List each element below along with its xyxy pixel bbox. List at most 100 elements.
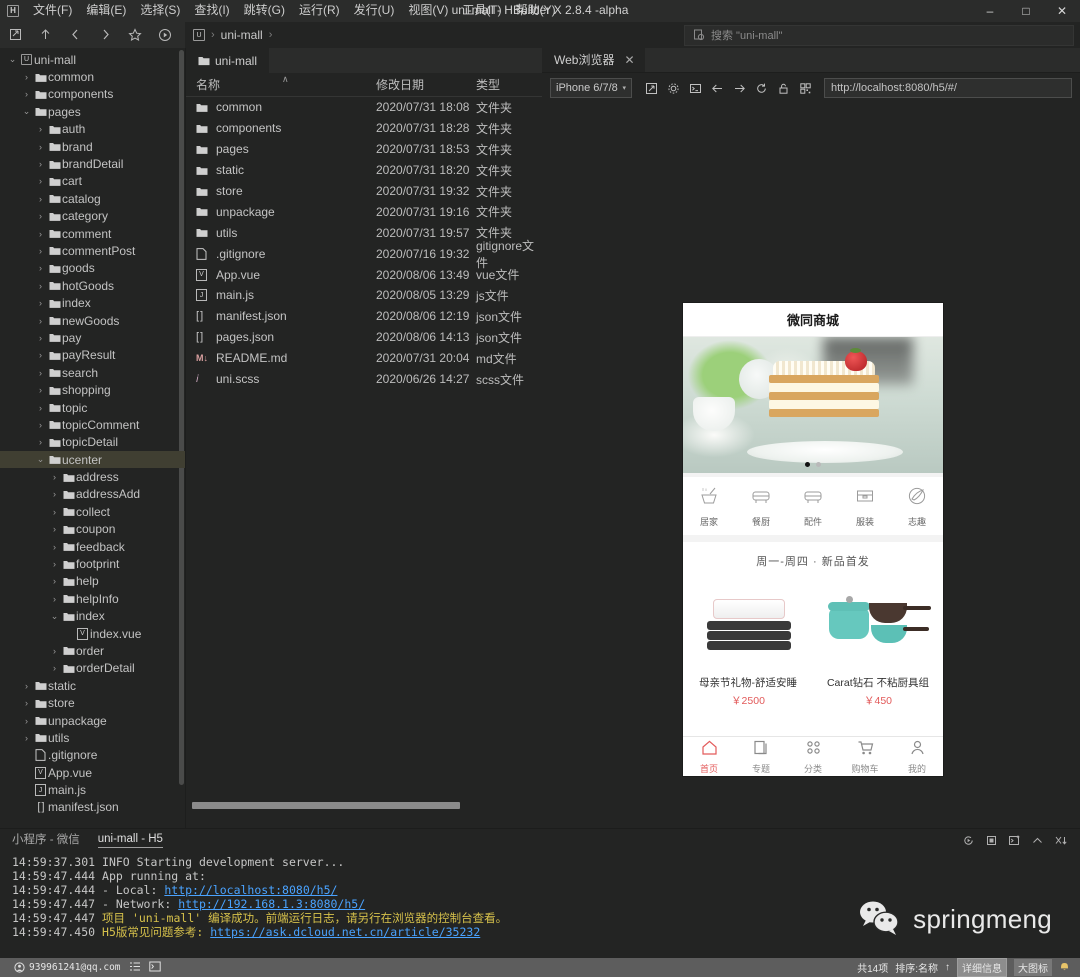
category-item[interactable]: 服装 <box>842 485 888 528</box>
phone-preview[interactable]: 微同商城 居家 餐厨 配件 服装 志趣 周一-周四 · 新品首发 母亲节礼物-舒… <box>683 303 943 776</box>
bell-icon[interactable] <box>1059 960 1070 975</box>
console-link[interactable]: http://192.168.1.3:8080/h5/ <box>178 897 365 911</box>
tree-item-cart[interactable]: › cart <box>0 173 185 190</box>
tree-expand-arrow[interactable]: › <box>34 437 47 447</box>
tree-expand-arrow[interactable]: ⌄ <box>34 454 47 465</box>
carousel-dot-1[interactable] <box>805 462 810 467</box>
menu-goto[interactable]: 跳转(G) <box>237 0 292 21</box>
menu-run[interactable]: 运行(R) <box>292 0 347 21</box>
tree-item-static[interactable]: › static <box>0 677 185 694</box>
tree-item-auth[interactable]: › auth <box>0 121 185 138</box>
tree-expand-arrow[interactable]: › <box>34 159 47 169</box>
tree-item-shopping[interactable]: › shopping <box>0 381 185 398</box>
tree-expand-arrow[interactable]: › <box>20 89 33 99</box>
tree-expand-arrow[interactable]: › <box>48 576 61 586</box>
tree-item-search[interactable]: › search <box>0 364 185 381</box>
tree-item-goods[interactable]: › goods <box>0 260 185 277</box>
tree-item-main-js[interactable]: Jmain.js <box>0 781 185 798</box>
account-info[interactable]: 939961241@qq.com <box>14 962 121 973</box>
tree-item-collect[interactable]: › collect <box>0 503 185 520</box>
table-row[interactable]: [ ] manifest.json 2020/08/06 12:19 json文件 <box>186 306 542 327</box>
settings-icon[interactable] <box>662 76 684 100</box>
forward-icon[interactable] <box>90 21 120 48</box>
clear-icon[interactable] <box>1051 831 1070 849</box>
tree-item-catalog[interactable]: › catalog <box>0 190 185 207</box>
table-row[interactable]: components 2020/07/31 18:28 文件夹 <box>186 118 542 139</box>
tree-item-unpackage[interactable]: › unpackage <box>0 712 185 729</box>
carousel-dots[interactable] <box>683 462 943 467</box>
tree-item-topiccomment[interactable]: › topicComment <box>0 416 185 433</box>
tree-item-topicdetail[interactable]: › topicDetail <box>0 434 185 451</box>
category-item[interactable]: 居家 <box>686 485 732 528</box>
table-row[interactable]: pages 2020/07/31 18:53 文件夹 <box>186 139 542 160</box>
banner-carousel[interactable] <box>683 337 943 473</box>
table-row[interactable]: V App.vue 2020/08/06 13:49 vue文件 <box>186 264 542 285</box>
console-icon[interactable] <box>684 76 706 100</box>
tab-web-browser[interactable]: Web浏览器 ✕ <box>542 47 645 72</box>
table-row[interactable]: 𝑖 uni.scss 2020/06/26 14:27 scss文件 <box>186 369 542 390</box>
device-selector[interactable]: iPhone 6/7/8 ▾ <box>550 78 632 98</box>
tree-item-hotgoods[interactable]: › hotGoods <box>0 277 185 294</box>
tree-item-common[interactable]: › common <box>0 68 185 85</box>
view-detail-button[interactable]: 详细信息 <box>957 958 1007 977</box>
goods-item[interactable]: Carat钻石 不粘厨具组 ￥450 <box>813 575 943 708</box>
tree-expand-arrow[interactable]: › <box>34 350 47 360</box>
tree-item-orderdetail[interactable]: › orderDetail <box>0 660 185 677</box>
tree-expand-arrow[interactable]: › <box>34 385 47 395</box>
tree-expand-arrow[interactable]: › <box>48 646 61 656</box>
minimize-button[interactable]: – <box>972 0 1008 21</box>
reload-icon[interactable] <box>750 76 772 100</box>
forward-icon[interactable] <box>728 76 750 100</box>
tree-expand-arrow[interactable]: › <box>48 489 61 499</box>
tree-expand-arrow[interactable]: › <box>34 211 47 221</box>
maximize-button[interactable]: □ <box>1008 0 1044 21</box>
tabbar-item-专题[interactable]: 专题 <box>735 739 787 775</box>
table-row[interactable]: common 2020/07/31 18:08 文件夹 <box>186 97 542 118</box>
sort-arrow-icon[interactable]: ↑ <box>945 962 950 973</box>
column-date[interactable]: 修改日期 <box>376 76 476 93</box>
tree-item-pay[interactable]: › pay <box>0 329 185 346</box>
console-link[interactable]: http://localhost:8080/h5/ <box>164 883 337 897</box>
close-icon[interactable]: ✕ <box>624 53 634 67</box>
tree-expand-arrow[interactable]: › <box>48 472 61 482</box>
menu-tools[interactable]: 工具(T) <box>455 0 508 21</box>
tree-item--gitignore[interactable]: .gitignore <box>0 747 185 764</box>
tree-expand-arrow[interactable]: › <box>34 298 47 308</box>
table-row[interactable]: M↓ README.md 2020/07/31 20:04 md文件 <box>186 348 542 369</box>
tree-expand-arrow[interactable]: › <box>48 542 61 552</box>
category-item[interactable]: 志趣 <box>894 485 940 528</box>
table-row[interactable]: store 2020/07/31 19:32 文件夹 <box>186 181 542 202</box>
sort-label[interactable]: 排序:名称 <box>895 960 938 975</box>
tabbar-item-购物车[interactable]: 购物车 <box>839 739 891 775</box>
tree-expand-arrow[interactable]: › <box>48 594 61 604</box>
stop-icon[interactable] <box>982 831 1001 849</box>
tree-expand-arrow[interactable]: › <box>34 263 47 273</box>
new-terminal-icon[interactable] <box>1005 831 1024 849</box>
tree-item-feedback[interactable]: › feedback <box>0 538 185 555</box>
tab-uni-mall[interactable]: uni-mall <box>186 48 270 73</box>
tree-item-helpinfo[interactable]: › helpInfo <box>0 590 185 607</box>
tree-expand-arrow[interactable]: › <box>34 176 47 186</box>
tree-expand-arrow[interactable]: ⌄ <box>48 611 61 622</box>
collapse-icon[interactable] <box>1028 831 1047 849</box>
open-external-icon[interactable] <box>640 76 662 100</box>
terminal-icon[interactable] <box>148 961 161 975</box>
tree-expand-arrow[interactable]: › <box>48 524 61 534</box>
tree-expand-arrow[interactable]: › <box>34 194 47 204</box>
tree-item-ucenter[interactable]: ⌄ ucenter <box>0 450 185 469</box>
tree-item-addressadd[interactable]: › addressAdd <box>0 486 185 503</box>
tree-expand-arrow[interactable]: › <box>34 403 47 413</box>
tree-item-index[interactable]: ⌄ index <box>0 608 185 625</box>
tree-expand-arrow[interactable]: › <box>20 681 33 691</box>
tree-item-index-vue[interactable]: Vindex.vue <box>0 625 185 642</box>
tree-expand-arrow[interactable]: › <box>34 229 47 239</box>
tree-item-newgoods[interactable]: › newGoods <box>0 312 185 329</box>
tree-expand-arrow[interactable]: › <box>34 333 47 343</box>
console-link[interactable]: https://ask.dcloud.net.cn/article/35232 <box>210 925 480 939</box>
tree-item-commentpost[interactable]: › commentPost <box>0 242 185 259</box>
tree-expand-arrow[interactable]: › <box>20 733 33 743</box>
menu-select[interactable]: 选择(S) <box>133 0 187 21</box>
tree-item-utils[interactable]: › utils <box>0 729 185 746</box>
tree-item-order[interactable]: › order <box>0 642 185 659</box>
menu-edit[interactable]: 编辑(E) <box>79 0 133 21</box>
